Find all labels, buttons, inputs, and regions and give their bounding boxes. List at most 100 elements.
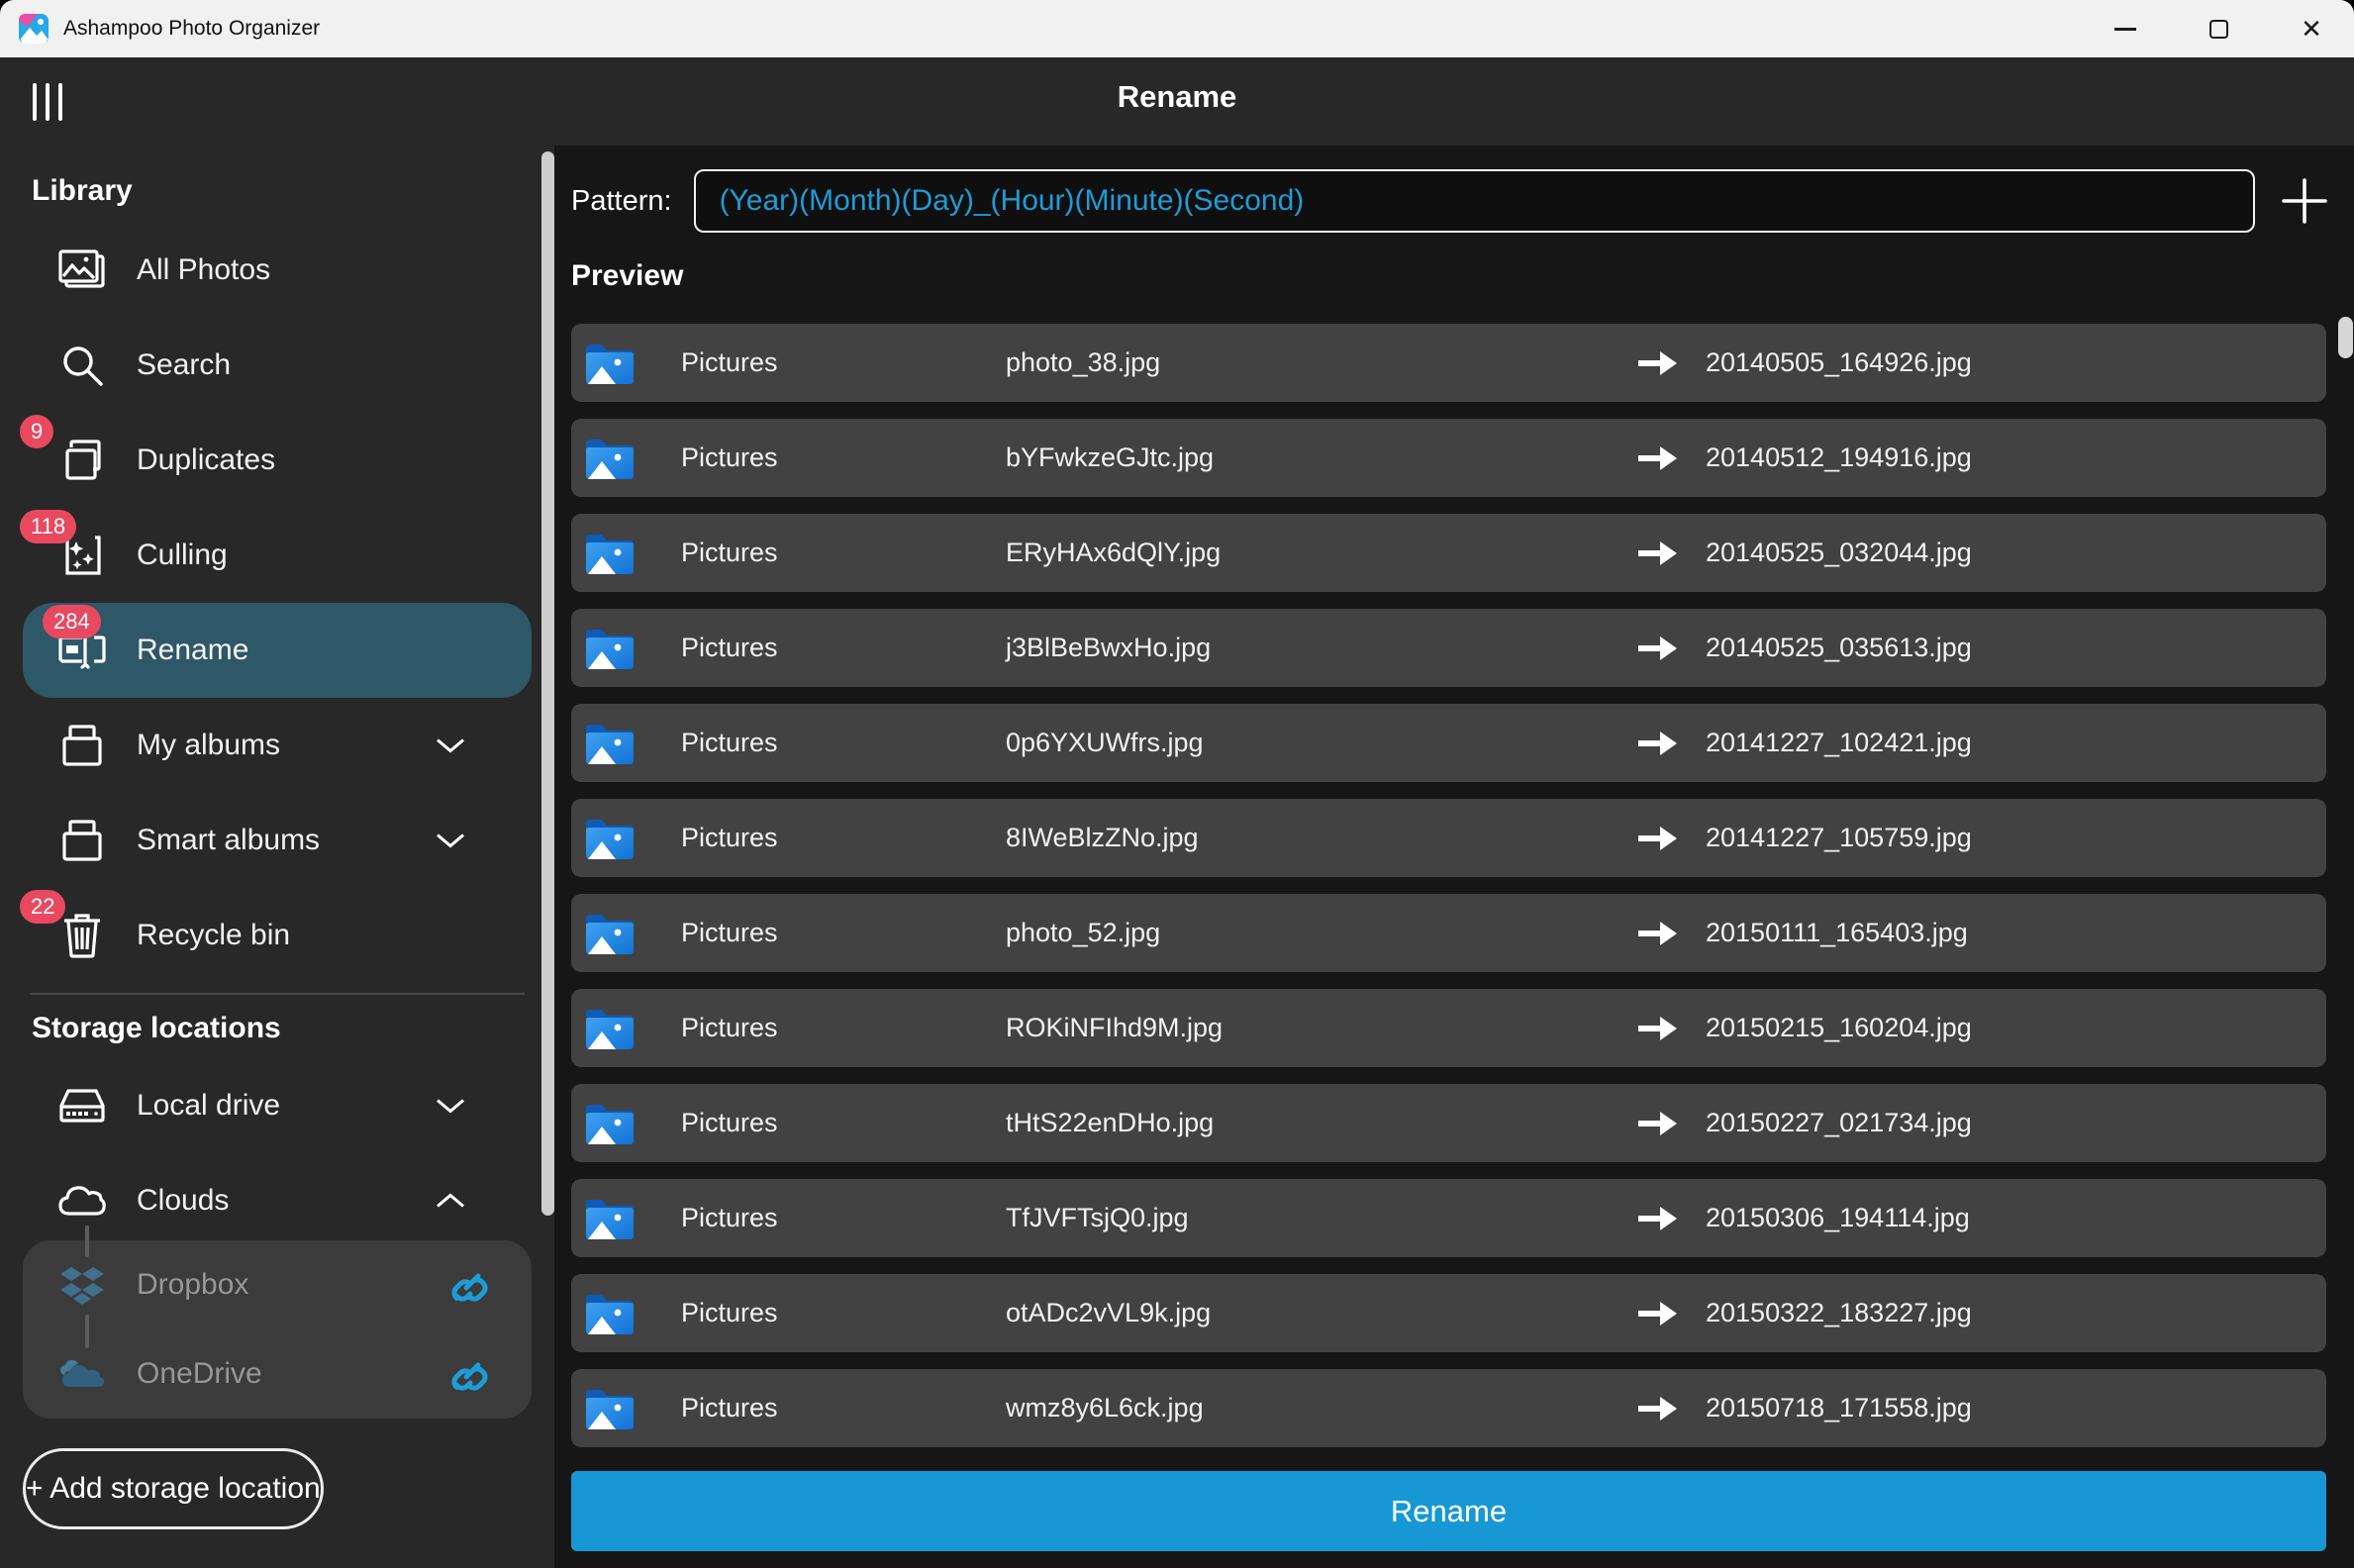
add-storage-location-button[interactable]: + Add storage location xyxy=(23,1448,324,1529)
row-folder: Pictures xyxy=(681,823,778,852)
folder-icon xyxy=(586,724,634,764)
duplicates-icon xyxy=(55,434,109,487)
close-button[interactable]: ✕ xyxy=(2293,10,2330,48)
arrow-right-icon xyxy=(1636,1111,1706,1136)
row-folder: Pictures xyxy=(681,538,778,567)
minimize-icon xyxy=(2114,27,2136,31)
pattern-label: Pattern: xyxy=(571,184,672,217)
row-new-name: 20140525_035613.jpg xyxy=(1706,633,1972,662)
dropbox-link-icon[interactable] xyxy=(448,1264,490,1306)
sidebar-item-onedrive[interactable]: OneDrive xyxy=(23,1329,532,1419)
arrow-right-icon xyxy=(1636,921,1706,946)
chevron-down-icon[interactable] xyxy=(436,833,465,849)
row-old-name: 0p6YXUWfrs.jpg xyxy=(1006,728,1204,757)
row-folder: Pictures xyxy=(681,728,778,757)
preview-list: Pictures photo_38.jpg 20140505_164926.jp… xyxy=(571,324,2354,1447)
row-new-name: 20150111_165403.jpg xyxy=(1706,918,1968,947)
chevron-down-icon[interactable] xyxy=(436,1098,465,1115)
folder-icon xyxy=(586,914,634,954)
dropbox-icon xyxy=(55,1258,109,1312)
sidebar-item-label: Local drive xyxy=(137,1089,281,1122)
rename-badge: 284 xyxy=(43,605,101,638)
folder-icon xyxy=(586,629,634,669)
chevron-down-icon[interactable] xyxy=(436,737,465,754)
sidebar-item-label: My albums xyxy=(137,729,281,761)
preview-row: Pictures ERyHAx6dQlY.jpg 20140525_032044… xyxy=(571,514,2326,592)
preview-row: Pictures TfJVFTsjQ0.jpg 20150306_194114.… xyxy=(571,1179,2326,1257)
add-pattern-button[interactable] xyxy=(2281,177,2328,225)
window-title: Ashampoo Photo Organizer xyxy=(63,17,321,40)
pattern-row: Pattern: xyxy=(571,169,2354,233)
sidebar-item-culling[interactable]: 118 Culling xyxy=(0,508,554,603)
chevron-up-icon[interactable] xyxy=(436,1193,465,1210)
preview-header: Preview xyxy=(571,259,684,292)
pattern-input[interactable] xyxy=(693,169,2255,233)
sidebar-item-search[interactable]: Search xyxy=(0,318,554,413)
onedrive-link-icon[interactable] xyxy=(448,1353,490,1395)
sidebar-item-rename[interactable]: 284 Rename xyxy=(23,603,532,698)
preview-row: Pictures otADc2vVL9k.jpg 20150322_183227… xyxy=(571,1274,2326,1352)
titlebar: Ashampoo Photo Organizer ✕ xyxy=(0,0,2354,57)
row-new-name: 20150227_021734.jpg xyxy=(1706,1108,1972,1137)
sidebar-item-label: Search xyxy=(137,348,232,381)
sidebar-item-clouds[interactable]: Clouds xyxy=(0,1153,554,1248)
sidebar-item-label: All Photos xyxy=(137,253,271,286)
local-drive-icon xyxy=(55,1079,109,1132)
row-old-name: j3BlBeBwxHo.jpg xyxy=(1006,633,1212,662)
sidebar-divider xyxy=(30,993,525,995)
arrow-right-icon xyxy=(1636,636,1706,661)
row-new-name: 20140505_164926.jpg xyxy=(1706,347,1972,377)
sidebar-item-all-photos[interactable]: All Photos xyxy=(0,223,554,318)
cloud-accounts-panel: Dropbox OneDrive xyxy=(23,1240,532,1419)
maximize-button[interactable] xyxy=(2200,10,2237,48)
arrow-right-icon xyxy=(1636,1396,1706,1421)
recycle-bin-badge: 22 xyxy=(20,890,66,924)
preview-row: Pictures wmz8y6L6ck.jpg 20150718_171558.… xyxy=(571,1369,2326,1447)
page-title: Rename xyxy=(1117,79,1237,114)
sidebar-item-smart-albums[interactable]: Smart albums xyxy=(0,793,554,888)
preview-row: Pictures photo_38.jpg 20140505_164926.jp… xyxy=(571,324,2326,402)
sidebar-item-recycle-bin[interactable]: 22 Recycle bin xyxy=(0,888,554,983)
folder-icon xyxy=(586,1199,634,1239)
row-old-name: wmz8y6L6ck.jpg xyxy=(1006,1393,1204,1422)
row-old-name: 8IWeBlzZNo.jpg xyxy=(1006,823,1199,852)
row-old-name: bYFwkzeGJtc.jpg xyxy=(1006,442,1215,472)
rename-button[interactable]: Rename xyxy=(571,1471,2326,1551)
arrow-right-icon xyxy=(1636,1301,1706,1326)
row-folder: Pictures xyxy=(681,1298,778,1327)
maximize-icon xyxy=(2208,19,2228,39)
list-scrollbar-thumb[interactable] xyxy=(2338,317,2353,358)
sidebar-item-dropbox[interactable]: Dropbox xyxy=(23,1240,532,1329)
app-logo-icon xyxy=(19,14,49,44)
sidebar-scrollbar-thumb[interactable] xyxy=(541,151,554,1216)
photos-icon xyxy=(55,244,109,297)
sidebar-item-local-drive[interactable]: Local drive xyxy=(0,1058,554,1153)
preview-row: Pictures photo_52.jpg 20150111_165403.jp… xyxy=(571,894,2326,972)
row-new-name: 20140525_032044.jpg xyxy=(1706,538,1972,567)
arrow-right-icon xyxy=(1636,826,1706,851)
trash-icon xyxy=(55,909,109,962)
sidebar-item-duplicates[interactable]: 9 Duplicates xyxy=(0,413,554,508)
cloud-icon xyxy=(55,1174,109,1227)
folder-icon xyxy=(586,1009,634,1049)
row-new-name: 20150215_160204.jpg xyxy=(1706,1013,1972,1042)
minimize-button[interactable] xyxy=(2107,10,2144,48)
row-old-name: ERyHAx6dQlY.jpg xyxy=(1006,538,1222,567)
row-new-name: 20150322_183227.jpg xyxy=(1706,1298,1972,1327)
folder-icon xyxy=(586,1294,634,1334)
row-new-name: 20141227_102421.jpg xyxy=(1706,728,1972,757)
appbar: Rename xyxy=(0,57,2354,146)
sidebar-item-label: Rename xyxy=(137,634,249,666)
preview-row: Pictures j3BlBeBwxHo.jpg 20140525_035613… xyxy=(571,609,2326,687)
row-folder: Pictures xyxy=(681,1203,778,1232)
row-folder: Pictures xyxy=(681,918,778,947)
arrow-right-icon xyxy=(1636,1016,1706,1041)
preview-row: Pictures bYFwkzeGJtc.jpg 20140512_194916… xyxy=(571,419,2326,497)
row-old-name: photo_52.jpg xyxy=(1006,918,1161,947)
smart-albums-icon xyxy=(55,814,109,867)
folder-icon xyxy=(586,439,634,479)
close-icon: ✕ xyxy=(2301,14,2322,44)
library-section-header: Library xyxy=(32,174,133,207)
app-window: Ashampoo Photo Organizer ✕ Rename Librar… xyxy=(0,0,2354,1568)
sidebar-item-my-albums[interactable]: My albums xyxy=(0,698,554,793)
